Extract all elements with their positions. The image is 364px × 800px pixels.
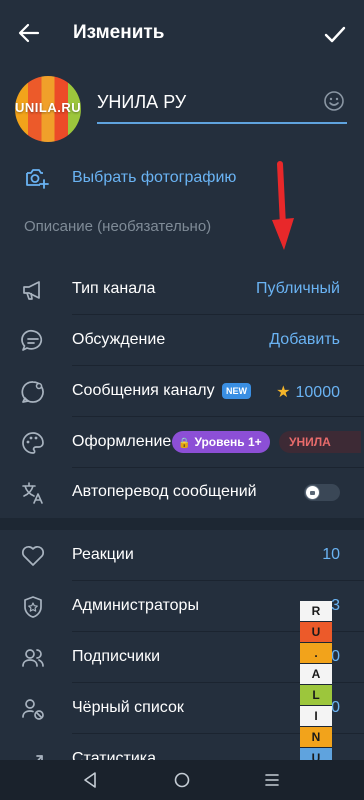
channel-type-label: Тип канала [72, 280, 156, 297]
blacklist-label: Чёрный список [72, 699, 184, 716]
channel-messages-row[interactable]: Сообщения каналу NEW ★ 10000 [0, 366, 364, 417]
choose-photo-button[interactable]: Выбрать фотографию [0, 156, 364, 200]
nav-back-icon[interactable] [80, 770, 100, 790]
channel-messages-label: Сообщения каналу [72, 382, 215, 399]
appearance-label: Оформление [72, 433, 172, 450]
watermark-letter: I [300, 706, 332, 727]
appearance-row[interactable]: Оформление 🔒 Уровень 1+ УНИЛА [0, 417, 364, 468]
watermark-letter: U [300, 622, 332, 643]
megaphone-icon [23, 281, 40, 300]
auto-translate-toggle[interactable] [304, 484, 340, 501]
discussion-value: Добавить [269, 331, 340, 348]
camera-add-icon [26, 169, 49, 189]
toggle-knob-lock-icon [305, 485, 320, 500]
watermark-letter: N [300, 727, 332, 748]
watermark-letter: . [300, 643, 332, 664]
star-icon: ★ [276, 384, 291, 401]
subscribers-label: Подписчики [72, 648, 161, 665]
reactions-row[interactable]: Реакции 10 [0, 530, 364, 581]
arrow-left-icon[interactable] [18, 22, 40, 44]
stars-value: ★ 10000 [276, 382, 340, 402]
watermark-letter: R [300, 601, 332, 622]
new-badge: NEW [222, 383, 251, 399]
shield-star-icon [24, 596, 42, 618]
check-icon[interactable] [324, 24, 346, 46]
watermark-letter: L [300, 685, 332, 706]
unila-watermark: R U . A L I N U [300, 601, 332, 769]
channel-avatar[interactable]: UNILA.RU [15, 76, 81, 142]
reactions-label: Реакции [72, 546, 134, 563]
heart-icon [21, 545, 45, 566]
users-icon [22, 649, 44, 667]
channel-type-value: Публичный [255, 280, 340, 297]
auto-translate-label: Автоперевод сообщений [72, 483, 257, 500]
chat-bubble-icon [21, 329, 43, 351]
emoji-icon[interactable] [323, 90, 345, 112]
appearance-chip: УНИЛА [279, 431, 361, 453]
stars-amount: 10000 [295, 384, 341, 401]
nav-home-icon[interactable] [172, 770, 192, 790]
level-badge-text: Уровень 1+ [194, 435, 262, 449]
translate-icon [22, 482, 43, 504]
header-bar: Изменить [0, 0, 364, 68]
system-nav-bar [0, 760, 364, 800]
channel-type-row[interactable]: Тип канала Публичный [0, 264, 364, 315]
nav-menu-icon[interactable] [262, 770, 282, 790]
watermark-letter: A [300, 664, 332, 685]
reactions-value: 10 [322, 546, 340, 563]
administrators-value: 3 [331, 597, 340, 614]
auto-translate-row[interactable]: Автоперевод сообщений [0, 467, 364, 518]
channel-name-input[interactable]: УНИЛА РУ [97, 90, 347, 124]
user-block-icon [22, 699, 44, 720]
red-arrow-annotation [272, 161, 294, 250]
blacklist-value: 0 [331, 699, 340, 716]
lock-icon: 🔒 [178, 438, 191, 449]
page-title: Изменить [73, 22, 165, 43]
channel-name-value: УНИЛА РУ [97, 92, 187, 112]
administrators-label: Администраторы [72, 597, 199, 614]
discussion-label: Обсуждение [72, 331, 166, 348]
avatar-logo-text: UNILA.RU [15, 100, 81, 115]
message-circle-icon [21, 381, 44, 403]
palette-icon [22, 432, 44, 454]
channel-info-section: UNILA.RU УНИЛА РУ Выбрать фотографию Опи… [0, 68, 364, 264]
channel-settings-section: Тип канала Публичный Обсуждение Добавить… [0, 264, 364, 518]
choose-photo-label: Выбрать фотографию [72, 169, 237, 186]
discussion-row[interactable]: Обсуждение Добавить [0, 315, 364, 366]
level-badge: 🔒 Уровень 1+ [172, 431, 270, 453]
description-input[interactable]: Описание (необязательно) [0, 214, 364, 244]
description-placeholder: Описание (необязательно) [24, 218, 212, 235]
